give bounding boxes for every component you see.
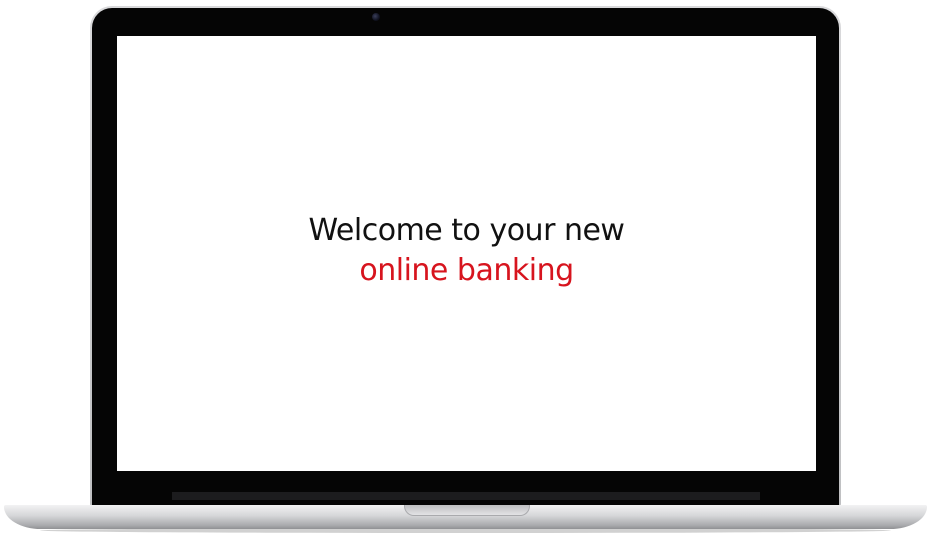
welcome-headline: Welcome to your new <box>308 212 625 248</box>
bezel-bottom-strip <box>172 492 760 500</box>
online-banking-headline: online banking <box>359 252 574 288</box>
webcam-icon <box>372 13 380 21</box>
laptop-mockup: Welcome to your new online banking <box>0 0 931 535</box>
laptop-screen: Welcome to your new online banking <box>117 36 816 471</box>
laptop-opening-notch <box>404 505 530 516</box>
